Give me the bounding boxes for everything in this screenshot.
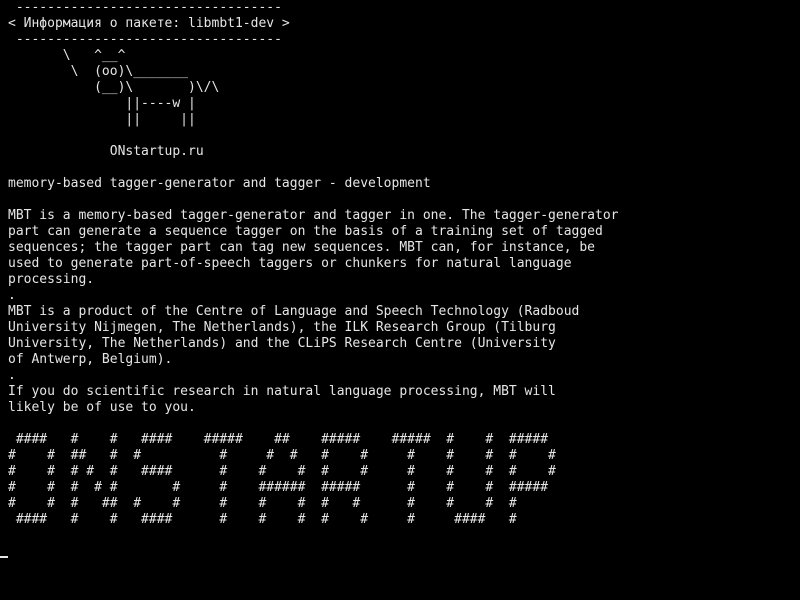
description-line: of Antwerp, Belgium). — [8, 352, 173, 367]
site-credit: ONstartup.ru — [8, 144, 204, 159]
description-line: MBT is a product of the Centre of Langua… — [8, 304, 580, 319]
cow-art-line: || || — [8, 112, 196, 127]
terminal-window[interactable]: ---------------------------------- < Инф… — [0, 0, 800, 600]
banner-art-line: # # # # # # # ###### ##### # # # ##### — [8, 480, 549, 495]
description-line: likely be of use to you. — [8, 400, 196, 415]
description-line: University, The Netherlands) and the CLi… — [8, 336, 556, 351]
description-line: University Nijmegen, The Netherlands), t… — [8, 320, 556, 335]
description-line: If you do scientific research in natural… — [8, 384, 556, 399]
cowsay-bubble-top: ---------------------------------- — [8, 0, 282, 15]
cowsay-bubble-bottom: ---------------------------------- — [8, 32, 282, 47]
cowsay-bubble-title: < Информация о пакете: libmbt1-dev > — [8, 16, 290, 31]
banner-art-line: # # # ## # # # # # # # # # # # — [8, 496, 517, 511]
description-line: part can generate a sequence tagger on t… — [8, 224, 603, 239]
terminal-output: ---------------------------------- < Инф… — [8, 0, 792, 560]
description-line: used to generate part-of-speech taggers … — [8, 256, 572, 271]
cow-art-line: \ ^__^ — [8, 48, 126, 63]
description-line: processing. — [8, 272, 95, 287]
banner-art-line: # # ## # # # # # # # # # # # # — [8, 448, 556, 463]
cow-art-line: \ (oo)\_______ — [8, 64, 189, 79]
package-summary: memory-based tagger-generator and tagger… — [8, 176, 431, 191]
description-separator: . — [8, 368, 16, 383]
cow-art-line: (__)\ )\/\ — [8, 80, 220, 95]
banner-art-line: #### # # #### ##### ## ##### ##### # # #… — [8, 432, 549, 447]
description-separator: . — [8, 288, 16, 303]
cow-art-line: ||----w | — [8, 96, 196, 111]
description-line: sequences; the tagger part can tag new s… — [8, 240, 595, 255]
description-line: MBT is a memory-based tagger-generator a… — [8, 208, 619, 223]
banner-art-line: #### # # #### # # # # # # #### # — [8, 512, 517, 527]
text-cursor — [0, 556, 8, 558]
banner-art-line: # # # # # #### # # # # # # # # # # — [8, 464, 556, 479]
